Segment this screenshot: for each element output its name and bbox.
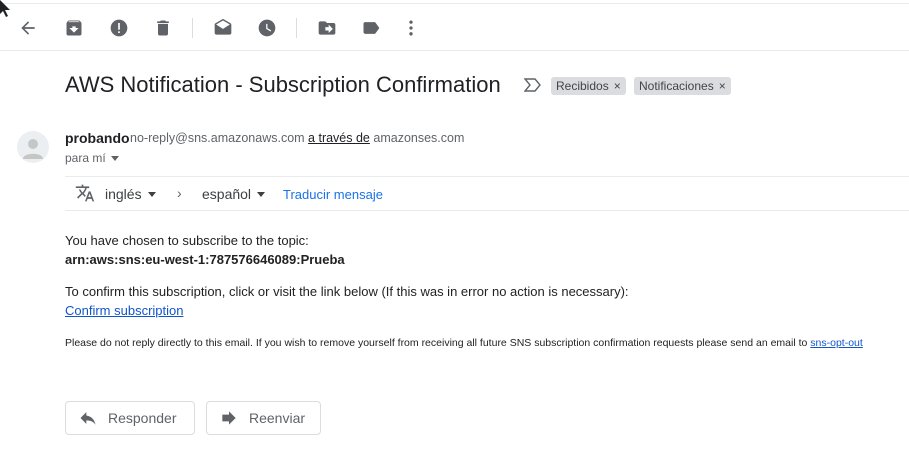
sender-name[interactable]: probando <box>65 130 130 146</box>
toolbar-divider <box>192 18 193 38</box>
importance-marker-icon[interactable] <box>524 78 542 92</box>
move-to-folder-icon <box>318 21 336 35</box>
via-domain: amazonses.com <box>373 131 465 145</box>
label-chip-text: Notificaciones <box>639 79 714 93</box>
translate-bar: inglés › español Traducir mensaje <box>65 176 909 211</box>
opt-out-link[interactable]: sns-opt-out <box>810 337 863 349</box>
email-subject: AWS Notification - Subscription Confirma… <box>65 72 501 97</box>
archive-button[interactable] <box>60 14 88 42</box>
chevron-down-icon <box>147 191 156 197</box>
snooze-button[interactable] <box>253 14 281 42</box>
forward-button[interactable]: Reenviar <box>206 401 321 435</box>
sender-email: no-reply@sns.amazonaws.com <box>130 131 305 145</box>
chevron-down-icon <box>110 155 119 161</box>
recipient-text: para mí <box>65 151 106 165</box>
confirm-subscription-link[interactable]: Confirm subscription <box>65 303 184 318</box>
top-divider <box>0 3 909 4</box>
chevron-right-icon: › <box>177 185 182 201</box>
sender-details: no-reply@sns.amazonaws.com a través de a… <box>130 131 464 145</box>
recipient-details-toggle[interactable]: para mí <box>65 151 119 165</box>
chevron-down-icon <box>257 191 266 197</box>
topic-arn: arn:aws:sns:eu-west-1:787576646089:Prueb… <box>65 252 345 267</box>
label-chip-recibidos[interactable]: Recibidos × <box>551 77 626 95</box>
target-language-select[interactable]: español <box>202 186 266 202</box>
sender-avatar[interactable] <box>17 131 49 163</box>
more-vert-icon <box>409 20 413 36</box>
reply-button[interactable]: Responder <box>65 401 195 435</box>
back-button[interactable] <box>14 14 42 42</box>
translate-icon <box>75 184 95 202</box>
default-avatar-icon <box>23 139 43 159</box>
forward-icon <box>222 411 236 425</box>
report-spam-icon <box>110 19 128 37</box>
label-chip-notificaciones[interactable]: Notificaciones × <box>634 77 731 95</box>
translate-message-link[interactable]: Traducir mensaje <box>283 187 383 202</box>
mark-unread-icon <box>214 18 232 35</box>
more-options-button[interactable] <box>397 14 425 42</box>
reply-icon <box>80 412 96 425</box>
source-language-label: inglés <box>105 186 142 202</box>
delete-button[interactable] <box>149 14 177 42</box>
source-language-select[interactable]: inglés <box>105 186 156 202</box>
delete-icon <box>157 20 169 36</box>
labels-button[interactable] <box>357 14 385 42</box>
forward-label: Reenviar <box>249 410 306 426</box>
toolbar-divider <box>296 18 297 38</box>
remove-label-icon[interactable]: × <box>719 79 726 93</box>
snooze-clock-icon <box>258 19 276 37</box>
reply-label: Responder <box>108 410 177 426</box>
label-chip-text: Recibidos <box>556 79 609 93</box>
move-to-button[interactable] <box>313 14 341 42</box>
mark-unread-button[interactable] <box>209 14 237 42</box>
back-arrow-icon <box>21 21 35 35</box>
label-tag-icon <box>363 22 380 34</box>
body-line-confirm-instructions: To confirm this subscription, click or v… <box>65 284 629 299</box>
archive-icon <box>66 20 82 36</box>
target-language-label: español <box>202 186 252 202</box>
footer-text: Please do not reply directly to this ema… <box>65 337 808 349</box>
via-link[interactable]: a través de <box>308 131 370 145</box>
footer-notice: Please do not reply directly to this ema… <box>65 337 863 349</box>
report-spam-button[interactable] <box>105 14 133 42</box>
remove-label-icon[interactable]: × <box>614 79 621 93</box>
message-toolbar <box>0 6 909 51</box>
body-line-topic-intro: You have chosen to subscribe to the topi… <box>65 233 309 248</box>
